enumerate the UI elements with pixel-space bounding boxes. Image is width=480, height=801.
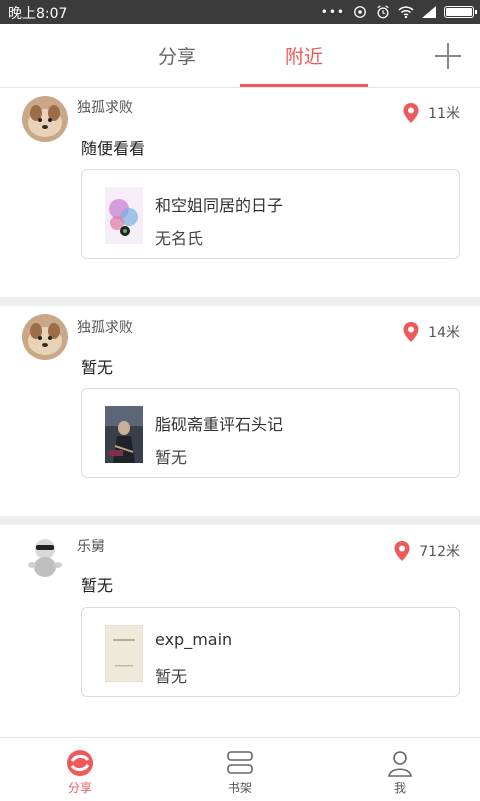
sync-icon — [354, 6, 366, 18]
divider — [0, 297, 480, 306]
avatar[interactable] — [22, 96, 68, 142]
username[interactable]: 独孤求败 — [77, 97, 133, 117]
signal-icon — [422, 6, 436, 18]
book-author: 暂无 — [155, 448, 188, 467]
book-title: exp_main — [155, 630, 233, 649]
book-cover — [105, 625, 143, 682]
avatar[interactable] — [22, 533, 68, 579]
status-time: 晚上8:07 — [8, 6, 68, 22]
nav-me-label: 我 — [393, 781, 406, 795]
book-author: 暂无 — [155, 667, 188, 686]
wifi-icon — [398, 6, 414, 19]
location-pin-icon — [394, 541, 410, 561]
battery-icon — [444, 6, 477, 18]
divider — [0, 516, 480, 525]
post-message: 暂无 — [81, 358, 114, 377]
status-icons: ••• — [320, 3, 477, 21]
distance-info: 14米 — [402, 321, 460, 343]
alarm-icon — [377, 5, 389, 19]
nav-bookshelf-label: 书架 — [227, 781, 252, 795]
nav-share[interactable]: 分享 — [0, 738, 160, 801]
tab-share[interactable]: 分享 — [124, 24, 230, 86]
username[interactable]: 乐舅 — [77, 536, 105, 556]
location-pin-icon — [403, 322, 419, 342]
distance-info: 11米 — [402, 102, 460, 124]
book-cover — [105, 187, 143, 244]
post-card[interactable]: 独孤求败 11米 随便看看 和空姐同居的日子 无名氏 — [0, 88, 480, 297]
tab-nearby[interactable]: 附近 — [240, 24, 368, 86]
profile-icon — [388, 751, 412, 777]
username[interactable]: 独孤求败 — [77, 317, 133, 337]
nav-share-label: 分享 — [67, 781, 92, 795]
book-title: 和空姐同居的日子 — [155, 196, 284, 215]
post-card[interactable]: 独孤求败 14米 暂无 脂砚斋重评石头记 暂无 — [0, 306, 480, 516]
nav-bookshelf[interactable]: 书架 — [160, 738, 320, 801]
distance-text: 14米 — [428, 325, 460, 341]
post-message: 随便看看 — [81, 139, 146, 158]
book-card[interactable]: 和空姐同居的日子 无名氏 — [81, 169, 460, 259]
more-dots: ••• — [320, 5, 345, 19]
bookshelf-icon — [227, 751, 253, 774]
book-author: 无名氏 — [155, 229, 204, 248]
top-tab-bar: 分享 附近 — [0, 24, 480, 88]
distance-info: 712米 — [393, 540, 460, 562]
add-icon[interactable] — [432, 40, 464, 72]
distance-text: 11米 — [428, 106, 460, 122]
distance-text: 712米 — [419, 544, 460, 560]
book-card[interactable]: exp_main 暂无 — [81, 607, 460, 697]
share-icon — [67, 750, 93, 776]
avatar[interactable] — [22, 314, 68, 360]
bottom-nav: 分享 书架 我 — [0, 737, 480, 800]
dog-avatar-icon — [22, 314, 68, 360]
baby-avatar-icon — [22, 533, 68, 579]
nav-me[interactable]: 我 — [320, 738, 480, 801]
book-cover — [105, 406, 143, 463]
post-message: 暂无 — [81, 576, 114, 595]
book-title: 脂砚斋重评石头记 — [155, 415, 284, 434]
dog-avatar-icon — [22, 96, 68, 142]
book-card[interactable]: 脂砚斋重评石头记 暂无 — [81, 388, 460, 478]
status-bar: 晚上8:07 ••• — [0, 0, 480, 24]
active-tab-indicator — [240, 84, 368, 87]
post-card[interactable]: 乐舅 712米 暂无 exp_main 暂无 — [0, 525, 480, 737]
location-pin-icon — [403, 103, 419, 123]
